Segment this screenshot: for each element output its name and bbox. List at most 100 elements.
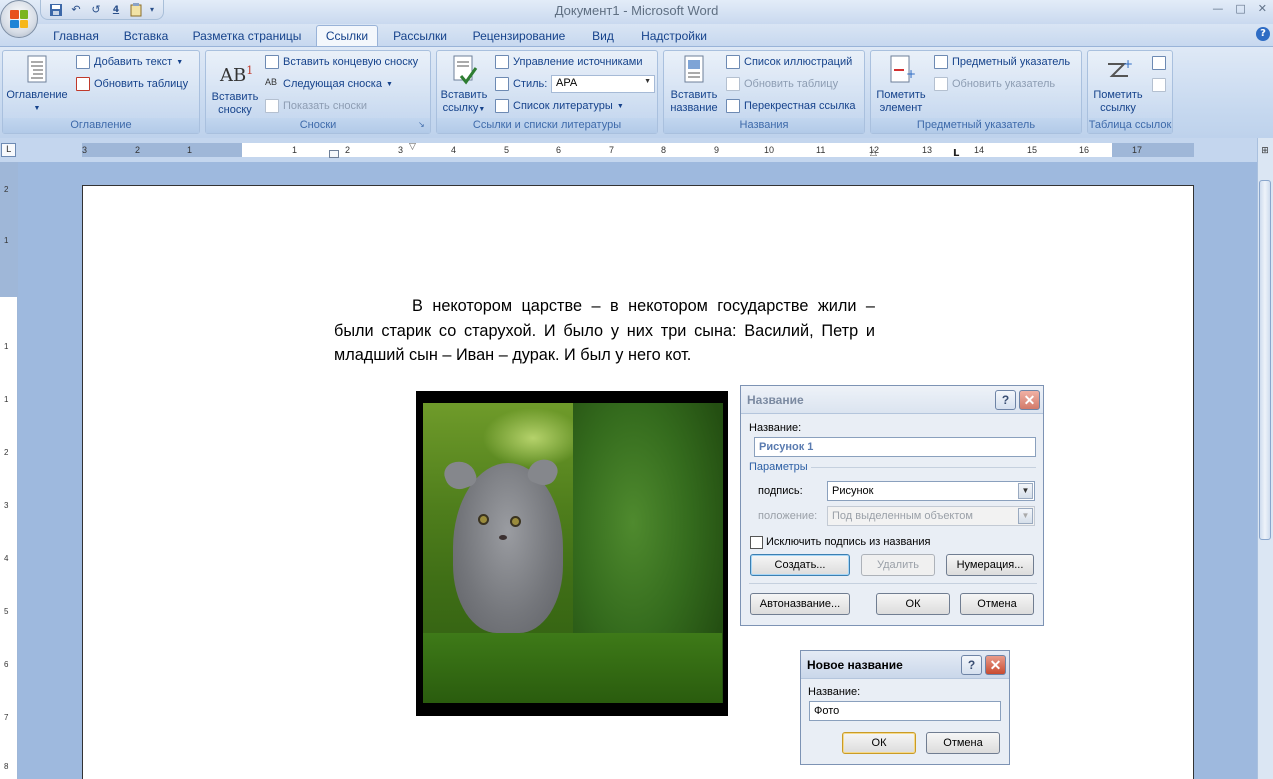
new-label-button[interactable]: Создать... [750,554,850,576]
ruler-number: 14 [974,145,985,155]
insert-citation-button[interactable]: Вставить ссылку▼ [438,54,490,116]
ruler-number: 17 [1132,145,1143,155]
insert-citation-label-1: Вставить [440,89,488,101]
update-index-icon [934,77,948,91]
ruler-number: 3 [398,145,404,155]
caption-input[interactable]: Рисунок 1 [754,437,1036,457]
help-button[interactable]: ? [961,655,982,675]
ruler-number: 4 [451,145,457,155]
cat-eye [510,516,521,527]
vertical-ruler-margin [0,162,18,297]
cat-photo-image [423,403,723,703]
insert-caption-button[interactable]: Вставить название [665,54,723,115]
tab-view[interactable]: Вид [586,27,620,46]
add-text-button[interactable]: Добавить текст ▼ [76,52,183,72]
tab-mailings[interactable]: Рассылки [388,27,452,46]
toc-button[interactable]: Оглавление ▼ [4,54,70,115]
abc-icon[interactable]: 4 [107,2,125,18]
tab-page-layout[interactable]: Разметка страницы [188,27,306,46]
mark-citation-button[interactable]: + Пометить ссылку [1089,54,1147,115]
tab-stop-marker[interactable]: L [953,148,959,159]
tab-selector-icon[interactable]: L [1,143,16,157]
new-label-dialog-title: Новое название [807,658,903,672]
ruler-number: 13 [922,145,933,155]
update-figures-button[interactable]: Обновить таблицу [726,74,838,94]
show-notes-icon [265,99,279,113]
position-label: положение: [758,510,818,522]
next-footnote-button[interactable]: AB Следующая сноска ▼ [265,74,393,94]
chevron-down-icon: ▼ [1018,483,1033,499]
style-control: Стиль: [495,74,547,94]
svg-text:+: + [1123,57,1133,71]
ruler-number: 5 [4,607,9,616]
insert-index-button[interactable]: Предметный указатель [934,52,1070,72]
caption-dialog-titlebar: Название ? ✕ [741,386,1043,414]
ruler-number: 8 [661,145,667,155]
cat-photo[interactable] [416,391,728,716]
first-line-indent-marker[interactable]: ▽ [409,142,416,152]
insert-footnote-button[interactable]: AB1 Вставить сноску [207,56,263,117]
tab-review[interactable]: Рецензирование [466,27,572,46]
ok-button[interactable]: ОК [842,732,916,754]
insert-caption-label-1: Вставить [670,89,718,101]
cross-reference-button[interactable]: Перекрестная ссылка [726,96,856,116]
label-select[interactable]: Рисунок ▼ [827,481,1035,501]
undo-icon[interactable]: ↶ [67,2,85,18]
mark-entry-button[interactable]: + Пометить элемент [872,54,930,115]
position-select[interactable]: Под выделенным объектом ▼ [827,506,1035,526]
cancel-button[interactable]: Отмена [926,732,1000,754]
insert-index-icon [934,55,948,69]
close-button[interactable]: ✕ [985,655,1006,675]
insert-citation-icon [449,54,479,86]
table-of-figures-button[interactable]: Список иллюстраций [726,52,852,72]
update-toa-icon[interactable] [1152,78,1166,92]
autocaption-button[interactable]: Автоназвание... [750,593,850,615]
save-icon[interactable] [47,2,65,18]
close-button[interactable]: ✕ [1019,390,1040,410]
office-button[interactable] [0,0,38,38]
update-toc-button[interactable]: Обновить таблицу [76,74,188,94]
insert-toa-icon[interactable] [1152,56,1166,70]
cancel-button[interactable]: Отмена [960,593,1034,615]
tab-references[interactable]: Ссылки [316,25,378,47]
ok-button[interactable]: ОК [876,593,950,615]
ruler-number: 10 [764,145,775,155]
insert-endnote-button[interactable]: Вставить концевую сноску [265,52,418,72]
insert-index-label: Предметный указатель [952,56,1071,68]
style-dropdown[interactable]: APA ▼ [551,75,655,93]
toc-button-label: Оглавление [6,89,68,101]
manage-sources-button[interactable]: Управление источниками [495,52,642,72]
bibliography-icon [495,99,509,113]
right-indent-marker[interactable]: △ [870,148,877,158]
tab-home[interactable]: Главная [48,27,104,46]
customize-qat-icon[interactable]: ▾ [147,2,157,18]
new-label-input[interactable]: Фото [809,701,1001,721]
maximize-button[interactable]: □ [1235,2,1245,15]
help-icon[interactable]: ? [1256,27,1270,41]
numbering-button[interactable]: Нумерация... [946,554,1034,576]
clipboard-icon[interactable] [127,2,145,18]
ruler-toggle-icon[interactable]: ⊞ [1259,146,1271,158]
chevron-down-icon: ▼ [1018,508,1033,524]
ruler-number: 11 [816,145,826,155]
dialog-launcher-icon[interactable]: ↘ [418,120,428,130]
scrollbar-thumb[interactable] [1259,180,1271,540]
redo-icon[interactable]: ↺ [87,2,105,18]
bibliography-button[interactable]: Список литературы ▼ [495,96,624,116]
show-notes-button[interactable]: Показать сноски [265,96,367,116]
ruler-number: 2 [135,145,141,155]
group-index-label: Предметный указатель [871,118,1081,133]
document-paragraph[interactable]: В некотором царстве – в некотором госуда… [334,294,875,368]
tab-addins[interactable]: Надстройки [636,27,712,46]
tab-insert[interactable]: Вставка [116,27,176,46]
exclude-label-checkbox[interactable] [750,536,763,549]
delete-label-button[interactable]: Удалить [861,554,935,576]
update-table-icon [76,77,90,91]
close-window-button[interactable]: ✕ [1258,2,1267,15]
minimize-button[interactable]: — [1212,2,1223,15]
ruler-number: 2 [345,145,351,155]
help-button[interactable]: ? [995,390,1016,410]
left-indent-marker[interactable] [329,150,339,158]
update-index-button[interactable]: Обновить указатель [934,74,1055,94]
bibliography-label: Список литературы [513,100,613,112]
